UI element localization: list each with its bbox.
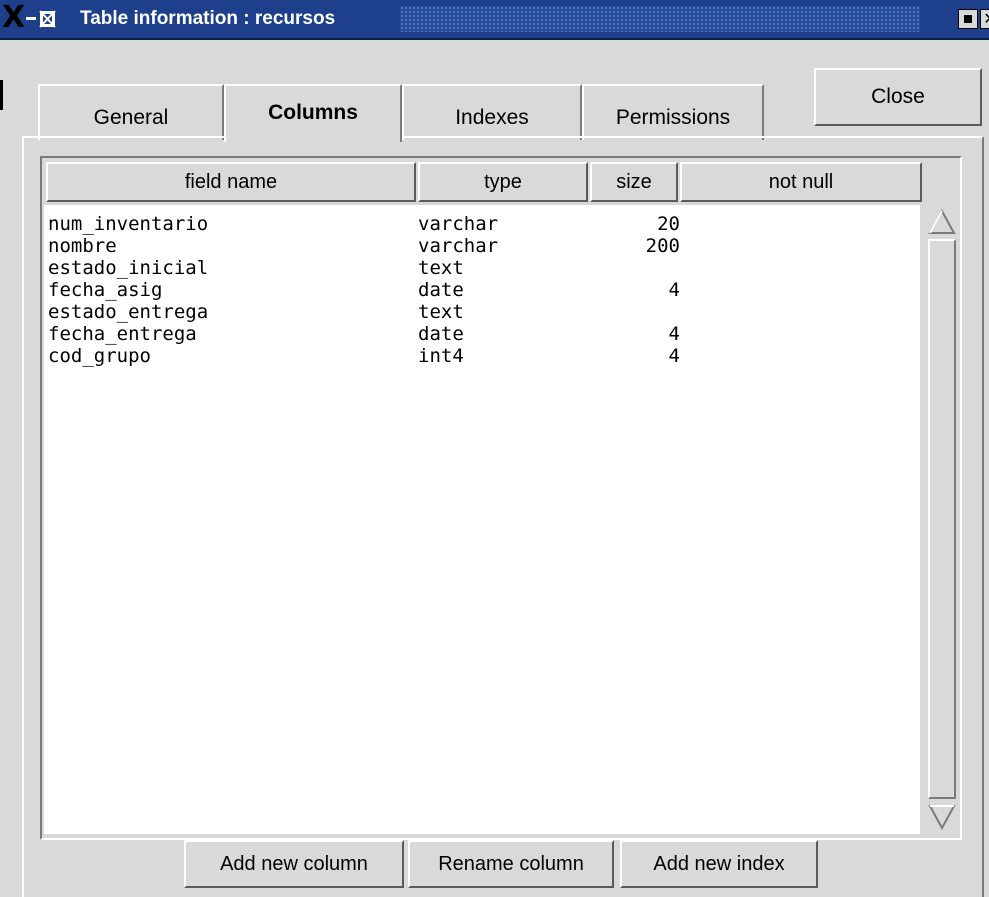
close-icon[interactable]: ✕	[980, 9, 989, 29]
cell-field-name: estado_entrega	[48, 301, 209, 323]
header-field-name[interactable]: field name	[46, 162, 416, 202]
header-not-null[interactable]: not null	[680, 162, 922, 202]
cell-type: int4	[418, 345, 464, 367]
header-size[interactable]: size	[590, 162, 678, 202]
x-logo-icon[interactable]: X	[2, 3, 25, 33]
cell-field-name: nombre	[48, 235, 117, 257]
cell-field-name: estado_inicial	[48, 257, 209, 279]
table-row[interactable]: cod_grupo int4 4	[44, 345, 920, 367]
rename-column-button[interactable]: Rename column	[408, 840, 614, 888]
cell-size: 200	[645, 235, 680, 257]
table-row[interactable]: estado_entrega text	[44, 301, 920, 323]
cell-type: text	[418, 257, 464, 279]
scroll-thumb[interactable]	[928, 239, 956, 799]
tab-indexes[interactable]: Indexes	[402, 84, 582, 140]
cell-size: 4	[668, 345, 680, 367]
cell-type: text	[418, 301, 464, 323]
tab-columns[interactable]: Columns	[224, 84, 402, 142]
window-edge	[0, 80, 3, 110]
tab-permissions-label: Permissions	[615, 106, 731, 129]
cell-size: 4	[668, 279, 680, 301]
add-new-column-button[interactable]: Add new column	[184, 840, 404, 888]
tab-general[interactable]: General	[38, 84, 224, 140]
table-icon	[26, 10, 56, 28]
table-row[interactable]: fecha_asig date 4	[44, 279, 920, 301]
vertical-scrollbar[interactable]	[924, 205, 960, 834]
title-bar-texture	[400, 6, 920, 32]
cell-type: date	[418, 279, 464, 301]
table-row[interactable]: num_inventario varchar 20	[44, 213, 920, 235]
cell-size: 20	[657, 213, 680, 235]
cell-type: varchar	[418, 213, 499, 235]
tab-permissions[interactable]: Permissions	[582, 84, 764, 140]
cell-field-name: num_inventario	[48, 213, 209, 235]
scroll-up-icon[interactable]	[928, 207, 956, 237]
title-bar[interactable]: X Table information : recursos ✕	[0, 0, 989, 40]
close-button[interactable]: Close	[814, 68, 982, 126]
cell-field-name: cod_grupo	[48, 345, 151, 367]
cell-type: varchar	[418, 235, 499, 257]
tab-general-label: General	[93, 106, 169, 129]
table-row[interactable]: fecha_entrega date 4	[44, 323, 920, 345]
window-title: Table information : recursos	[80, 8, 340, 30]
cell-field-name: fecha_asig	[48, 279, 163, 301]
tab-indexes-label: Indexes	[455, 106, 529, 129]
columns-list: num_inventario varchar 20 nombre varchar…	[44, 205, 920, 834]
scroll-down-icon[interactable]	[928, 802, 956, 832]
table-row[interactable]: nombre varchar 200	[44, 235, 920, 257]
cell-field-name: fecha_entrega	[48, 323, 197, 345]
minimize-icon[interactable]	[958, 9, 978, 29]
add-new-index-button[interactable]: Add new index	[620, 840, 818, 888]
table-row[interactable]: estado_inicial text	[44, 257, 920, 279]
tab-columns-label: Columns	[268, 101, 358, 124]
header-type[interactable]: type	[418, 162, 588, 202]
cell-size: 4	[668, 323, 680, 345]
cell-type: date	[418, 323, 464, 345]
table-info-window: X Table information : recursos ✕ General…	[0, 0, 989, 897]
